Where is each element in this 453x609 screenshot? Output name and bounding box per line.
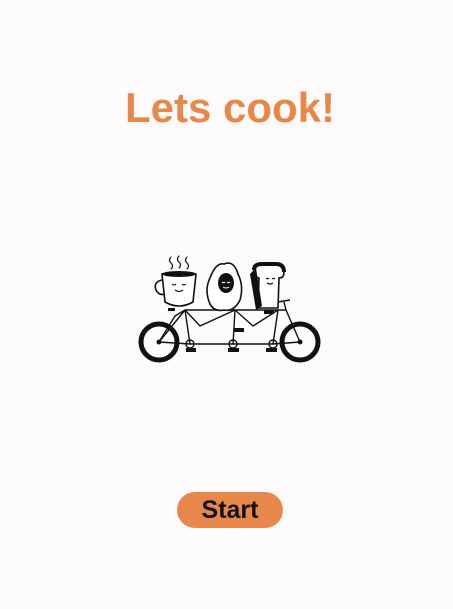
page-title: Lets cook!	[124, 84, 336, 131]
fried-egg-character	[206, 262, 244, 352]
steam-icon	[168, 255, 190, 270]
start-button[interactable]: Start	[177, 492, 283, 528]
toast-character	[250, 262, 286, 352]
tandem-bike-breakfast-illustration	[138, 255, 321, 363]
